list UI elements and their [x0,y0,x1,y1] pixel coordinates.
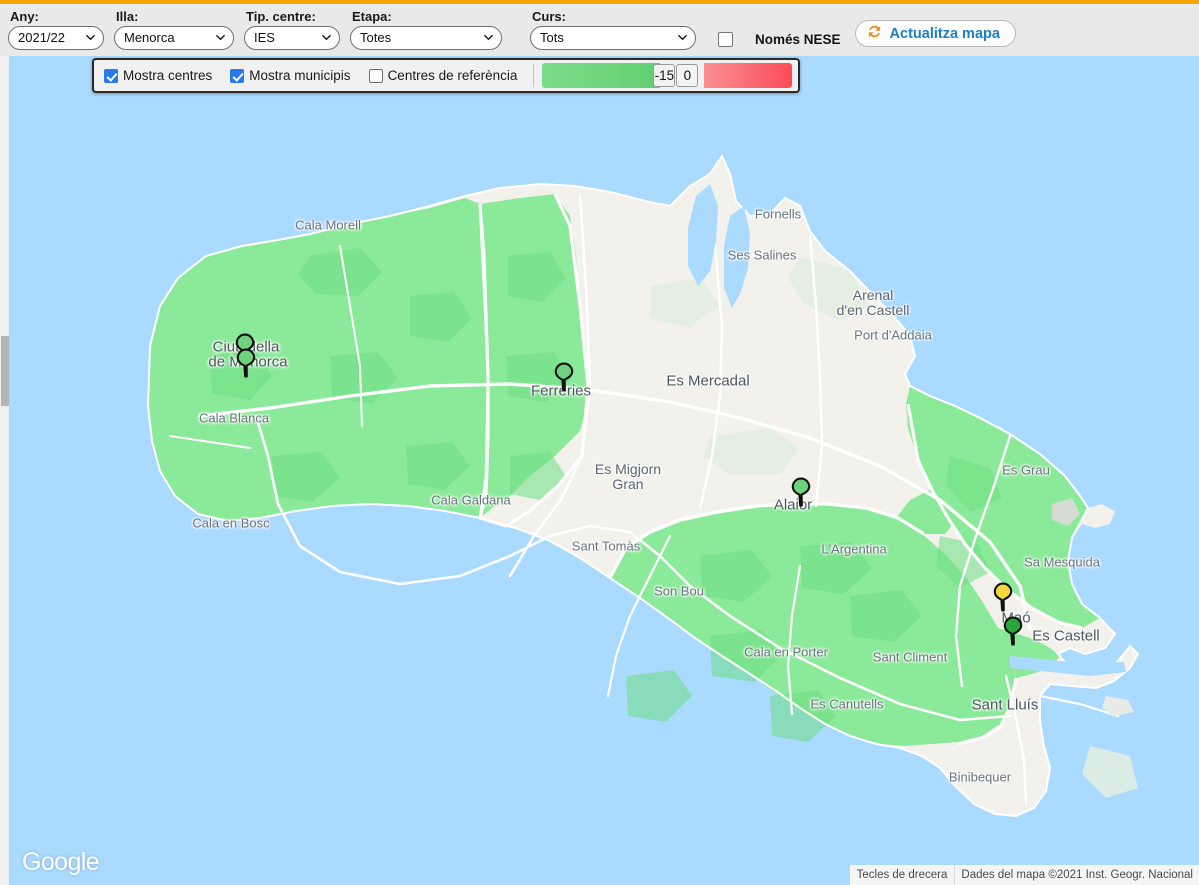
filter-etapa-select-wrap[interactable]: Totes [350,26,502,50]
map-pin-icon [554,362,574,392]
google-map-canvas[interactable]: Cala Morell Fornells Ses Salines Arenal d'e… [10,56,1199,885]
centre-mao-1[interactable] [993,582,1013,617]
panel-divider [533,64,535,87]
centres-referencia-checkbox[interactable] [368,68,383,83]
filter-illa-label: Illa: [116,9,139,24]
filter-etapa-label: Etapa: [352,9,392,24]
menorca-map-graphic [10,56,1199,885]
map-pin-icon [791,477,811,507]
scrollbar-thumb[interactable] [1,336,9,406]
filter-illa: Illa: Menorca [114,10,234,50]
centre-alaior[interactable] [791,477,811,512]
filter-tipus-centre-select[interactable]: IES [244,26,340,50]
google-logo: Google [22,848,100,876]
keyboard-shortcuts-button[interactable]: Tecles de drecera [849,865,956,885]
filter-any: Any: 2021/22 [8,10,104,50]
filter-etapa: Etapa: Totes [350,10,502,50]
filter-tipus-centre-select-wrap[interactable]: IES [244,26,340,50]
centres-referencia-label: Centres de referència [387,68,518,83]
gradient-green-bar [542,63,661,88]
filter-illa-select[interactable]: Menorca [114,26,234,50]
filter-toolbar: Any: 2021/22 Illa: Menorca Tip. centre: … [0,0,1199,56]
filter-curs-label: Curs: [532,9,566,24]
color-scale-legend [542,63,793,88]
filter-curs-select-wrap[interactable]: Tots [530,26,696,50]
filter-etapa-select[interactable]: Totes [350,26,502,50]
refresh-map-button[interactable]: Actualitza mapa [854,20,1016,47]
centres-referencia-item[interactable]: Centres de referència [365,68,518,83]
filter-any-label: Any: [10,9,39,24]
filter-tipus-centre: Tip. centre: IES [244,10,340,50]
centre-mao-2[interactable] [1003,616,1023,651]
map-application: Any: 2021/22 Illa: Menorca Tip. centre: … [0,0,1199,885]
map-pin-icon [993,582,1013,612]
page-scrollbar[interactable] [0,56,10,885]
mostra-municipis-checkbox[interactable] [230,68,245,83]
mostra-centres-checkbox[interactable] [104,68,118,83]
filter-curs: Curs: Tots [530,10,696,50]
refresh-map-label: Actualitza mapa [889,25,1000,42]
gradient-red-bar [704,63,793,88]
filter-any-select[interactable]: 2021/22 [8,26,104,50]
mostra-municipis-item[interactable]: Mostra municipis [226,68,351,83]
map-data-attribution: Dades del mapa ©2021 Inst. Geogr. Nacion… [955,865,1199,885]
mostra-centres-item[interactable]: Mostra centres [100,68,212,83]
refresh-icon [866,23,883,45]
nese-filter: Només NESE [718,32,841,47]
mostra-centres-label: Mostra centres [123,68,213,83]
filter-illa-select-wrap[interactable]: Menorca [114,26,234,50]
filter-curs-select[interactable]: Tots [530,26,696,50]
map-controls-panel: Mostra centres Mostra municipis Centres … [92,58,801,93]
mostra-municipis-label: Mostra municipis [249,68,351,83]
nese-label: Només NESE [755,32,841,47]
scale-high-input[interactable] [676,64,699,87]
map-pin-icon [236,348,256,378]
scale-low-input[interactable] [653,64,676,87]
filter-tipus-centre-label: Tip. centre: [246,9,316,24]
centre-ciutadella-2[interactable] [236,348,256,383]
centre-ferreries[interactable] [554,362,574,397]
map-pin-icon [1003,616,1023,646]
nese-checkbox[interactable] [718,32,733,47]
map-attribution: Tecles de drecera Dades del mapa ©2021 I… [849,865,1199,885]
filter-any-select-wrap[interactable]: 2021/22 [8,26,104,50]
